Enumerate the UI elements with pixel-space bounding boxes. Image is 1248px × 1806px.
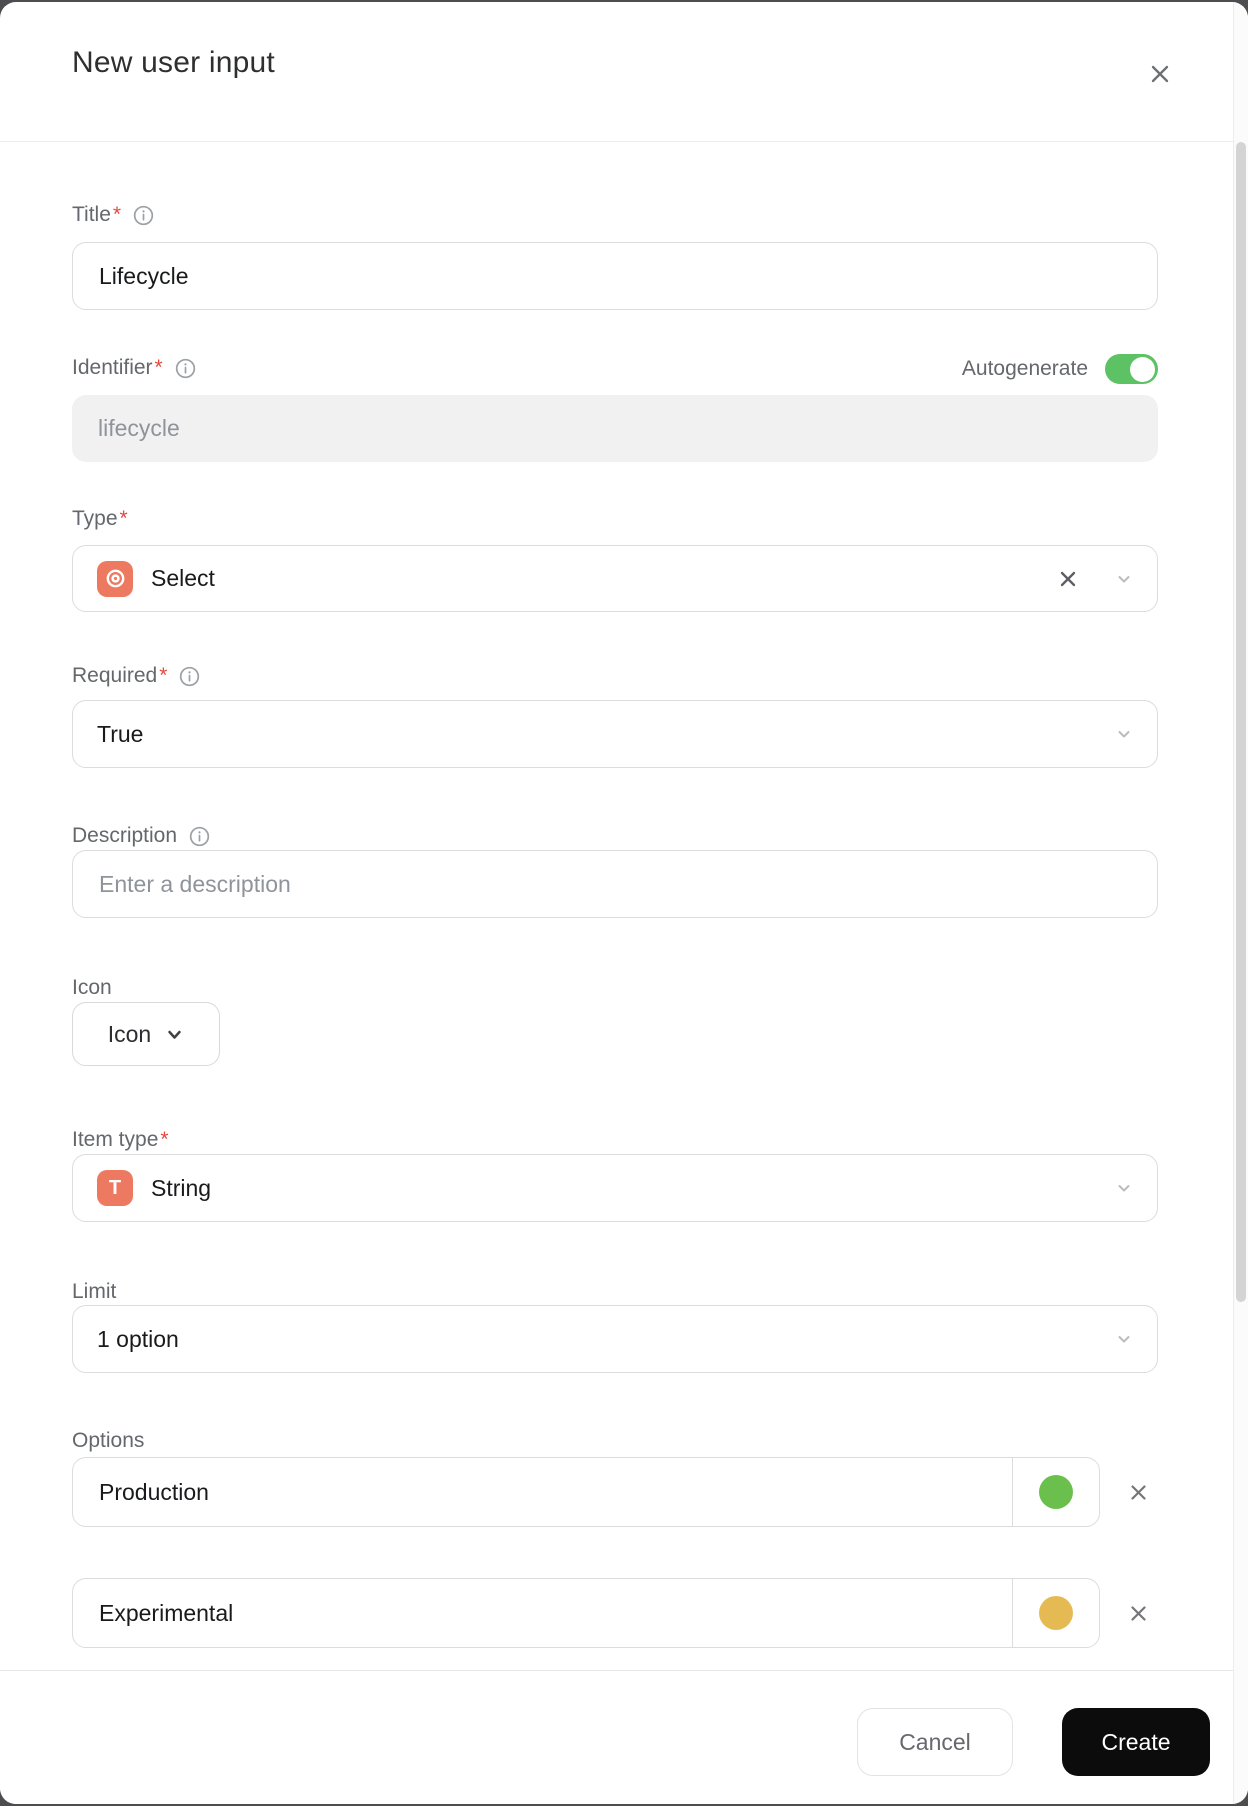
- type-clear-button[interactable]: [1057, 568, 1079, 590]
- type-select[interactable]: Select: [72, 545, 1158, 612]
- icon-picker-button[interactable]: Icon: [72, 1002, 220, 1066]
- scrollbar-thumb[interactable]: [1236, 142, 1246, 1302]
- option-value-input[interactable]: [73, 1458, 1012, 1526]
- option-color-dot: [1039, 1596, 1073, 1630]
- limit-select-value: 1 option: [97, 1325, 179, 1352]
- option-row: [72, 1578, 1100, 1648]
- required-select-value: True: [97, 720, 144, 747]
- autogenerate-row: Autogenerate: [962, 354, 1158, 384]
- options-label-row: Options: [72, 1427, 144, 1455]
- description-info-icon[interactable]: [188, 825, 211, 848]
- limit-label-row: Limit: [72, 1278, 116, 1306]
- string-type-icon: T: [97, 1170, 133, 1206]
- chevron-down-icon: [1115, 570, 1133, 588]
- title-label: Title: [72, 203, 111, 226]
- identifier-input[interactable]: [72, 395, 1158, 462]
- option-color-picker[interactable]: [1013, 1579, 1099, 1647]
- option-color-dot: [1039, 1475, 1073, 1509]
- chevron-down-icon: [1115, 725, 1133, 743]
- icon-label-row: Icon: [72, 974, 112, 1002]
- identifier-label-row: Identifier *: [72, 354, 197, 382]
- title-info-icon[interactable]: [132, 204, 155, 227]
- toggle-knob: [1130, 356, 1155, 382]
- chevron-down-icon: [1115, 1179, 1133, 1197]
- description-input[interactable]: [72, 850, 1158, 918]
- limit-select[interactable]: 1 option: [72, 1305, 1158, 1373]
- option-value-input[interactable]: [73, 1579, 1012, 1647]
- type-label: Type: [72, 507, 118, 530]
- autogenerate-label: Autogenerate: [961, 357, 1088, 380]
- required-select[interactable]: True: [72, 700, 1158, 768]
- create-button[interactable]: Create: [1062, 1708, 1210, 1776]
- chevron-down-icon: [1115, 1330, 1133, 1348]
- description-label-row: Description: [72, 822, 211, 850]
- select-type-icon: [97, 560, 133, 597]
- header-divider: [0, 141, 1248, 142]
- item-type-select-value: String: [151, 1174, 212, 1201]
- option-remove-button[interactable]: [1120, 1595, 1156, 1631]
- required-asterisk: *: [154, 356, 163, 379]
- required-asterisk: *: [159, 664, 168, 687]
- autogenerate-toggle[interactable]: [1105, 354, 1158, 384]
- dialog-footer: Cancel Create: [0, 1670, 1248, 1804]
- description-label: Description: [72, 824, 178, 847]
- limit-label: Limit: [72, 1280, 117, 1303]
- required-asterisk: *: [119, 507, 128, 530]
- item-type-label: Item type: [72, 1128, 159, 1151]
- option-remove-button[interactable]: [1120, 1474, 1156, 1510]
- item-type-select[interactable]: T String: [72, 1154, 1158, 1222]
- close-button[interactable]: [1144, 58, 1176, 90]
- item-type-label-row: Item type *: [72, 1126, 169, 1154]
- clear-icon: [1060, 571, 1076, 586]
- type-select-value: Select: [151, 565, 215, 591]
- option-row: [72, 1457, 1100, 1527]
- required-asterisk: *: [160, 1128, 169, 1151]
- icon-picker-label: Icon: [107, 1020, 152, 1047]
- identifier-info-icon[interactable]: [174, 357, 197, 380]
- chevron-down-icon: [165, 1025, 184, 1044]
- required-label-row: Required *: [72, 662, 201, 690]
- required-label: Required: [72, 664, 158, 687]
- type-label-row: Type *: [72, 505, 128, 533]
- option-color-picker[interactable]: [1013, 1458, 1099, 1526]
- title-input[interactable]: [72, 242, 1158, 310]
- remove-icon: [1130, 1484, 1146, 1500]
- close-icon: [1151, 65, 1169, 83]
- dialog-title: New user input: [72, 46, 275, 79]
- remove-icon: [1130, 1605, 1146, 1621]
- icon-label: Icon: [72, 976, 112, 999]
- options-label: Options: [72, 1429, 145, 1452]
- identifier-label: Identifier: [72, 356, 153, 379]
- cancel-button[interactable]: Cancel: [857, 1708, 1013, 1776]
- required-asterisk: *: [112, 203, 122, 226]
- required-info-icon[interactable]: [178, 665, 201, 688]
- new-user-input-dialog: New user input Title* Identifier* Autoge…: [0, 2, 1248, 1804]
- title-label-row: Title *: [72, 201, 155, 229]
- scrollbar-track[interactable]: [1233, 2, 1248, 1804]
